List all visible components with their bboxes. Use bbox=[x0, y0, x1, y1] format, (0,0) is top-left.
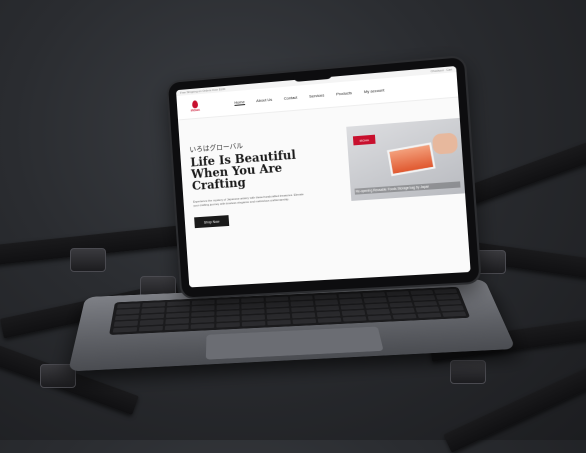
key bbox=[139, 319, 164, 326]
key bbox=[216, 321, 240, 328]
logo[interactable]: IROHA bbox=[184, 100, 206, 113]
hero-section: いろはグローバル Life Is Beautiful When You Are … bbox=[178, 97, 471, 288]
key bbox=[389, 302, 414, 308]
nav-item-products[interactable]: Products bbox=[336, 90, 352, 97]
key bbox=[340, 304, 364, 310]
key bbox=[190, 317, 215, 323]
key bbox=[366, 308, 391, 315]
key bbox=[190, 323, 215, 329]
logo-text: IROHA bbox=[190, 107, 201, 113]
key bbox=[386, 291, 410, 297]
key bbox=[367, 314, 392, 321]
key bbox=[317, 317, 342, 323]
key bbox=[116, 303, 141, 309]
key bbox=[315, 305, 340, 311]
key bbox=[439, 305, 465, 311]
key bbox=[191, 311, 215, 317]
key bbox=[390, 307, 415, 314]
key bbox=[140, 313, 165, 320]
key bbox=[291, 306, 315, 313]
shop-now-button[interactable]: Shop Now bbox=[194, 215, 230, 229]
key bbox=[434, 288, 458, 294]
key bbox=[266, 307, 290, 314]
key bbox=[338, 293, 362, 299]
keyboard bbox=[109, 286, 471, 336]
key bbox=[292, 318, 317, 325]
nav-menu: Home About Us Contact Services Products … bbox=[234, 87, 385, 106]
key bbox=[290, 300, 314, 307]
hero-headline: Life Is Beautiful When You Are Crafting bbox=[189, 147, 297, 193]
key bbox=[315, 299, 339, 306]
key bbox=[138, 325, 164, 332]
buckle bbox=[450, 360, 486, 384]
key bbox=[166, 306, 190, 313]
key bbox=[216, 315, 240, 322]
key bbox=[417, 312, 442, 319]
key bbox=[392, 313, 417, 320]
key bbox=[141, 307, 165, 314]
key bbox=[266, 313, 291, 320]
key bbox=[316, 311, 341, 317]
key bbox=[114, 314, 139, 321]
buckle bbox=[70, 248, 106, 272]
key bbox=[216, 298, 240, 305]
key bbox=[362, 292, 386, 298]
key bbox=[289, 295, 313, 301]
key bbox=[411, 295, 436, 301]
nav-item-about[interactable]: About Us bbox=[256, 97, 272, 104]
key bbox=[112, 326, 138, 333]
key bbox=[241, 303, 265, 309]
nav-item-account[interactable]: My account bbox=[364, 87, 385, 95]
key bbox=[387, 296, 412, 302]
key bbox=[142, 302, 166, 308]
laptop-lid: Free Shipping on Orders Over $100 Checko… bbox=[167, 57, 480, 298]
nav-item-home[interactable]: Home bbox=[234, 99, 245, 106]
laptop-screen: Free Shipping on Orders Over $100 Checko… bbox=[175, 65, 471, 288]
key bbox=[437, 299, 462, 306]
key bbox=[113, 320, 139, 327]
hero-description: Experience the mystery of Japanese artis… bbox=[192, 192, 304, 208]
key bbox=[341, 310, 366, 316]
hero-video[interactable]: IROHA Re-opening Reusable Foods Storage … bbox=[346, 117, 466, 201]
key bbox=[216, 310, 240, 316]
trackpad bbox=[205, 326, 384, 360]
key bbox=[413, 300, 438, 307]
product-package bbox=[386, 142, 436, 177]
key bbox=[191, 299, 215, 306]
key bbox=[241, 314, 266, 321]
key bbox=[415, 306, 440, 313]
key bbox=[267, 319, 291, 326]
key bbox=[165, 318, 190, 325]
key bbox=[314, 294, 338, 300]
key bbox=[216, 304, 240, 310]
key bbox=[410, 289, 434, 296]
key bbox=[364, 303, 389, 309]
key bbox=[164, 324, 189, 331]
key bbox=[291, 312, 316, 319]
nav-item-contact[interactable]: Contact bbox=[284, 95, 298, 102]
key bbox=[363, 297, 387, 303]
nav-item-services[interactable]: Services bbox=[309, 92, 325, 99]
key bbox=[241, 308, 265, 315]
key bbox=[166, 300, 191, 307]
key bbox=[435, 294, 460, 300]
key bbox=[115, 308, 140, 315]
key bbox=[191, 305, 215, 311]
key bbox=[165, 312, 190, 318]
key bbox=[241, 297, 264, 303]
key bbox=[342, 315, 367, 322]
video-caption: Re-opening Reusable Foods Storage bag by… bbox=[354, 181, 461, 195]
key bbox=[442, 311, 467, 317]
key bbox=[241, 320, 266, 327]
key bbox=[265, 296, 289, 302]
video-label: IROHA bbox=[352, 134, 376, 146]
key bbox=[339, 298, 363, 305]
key bbox=[265, 302, 289, 308]
hand bbox=[431, 132, 459, 155]
